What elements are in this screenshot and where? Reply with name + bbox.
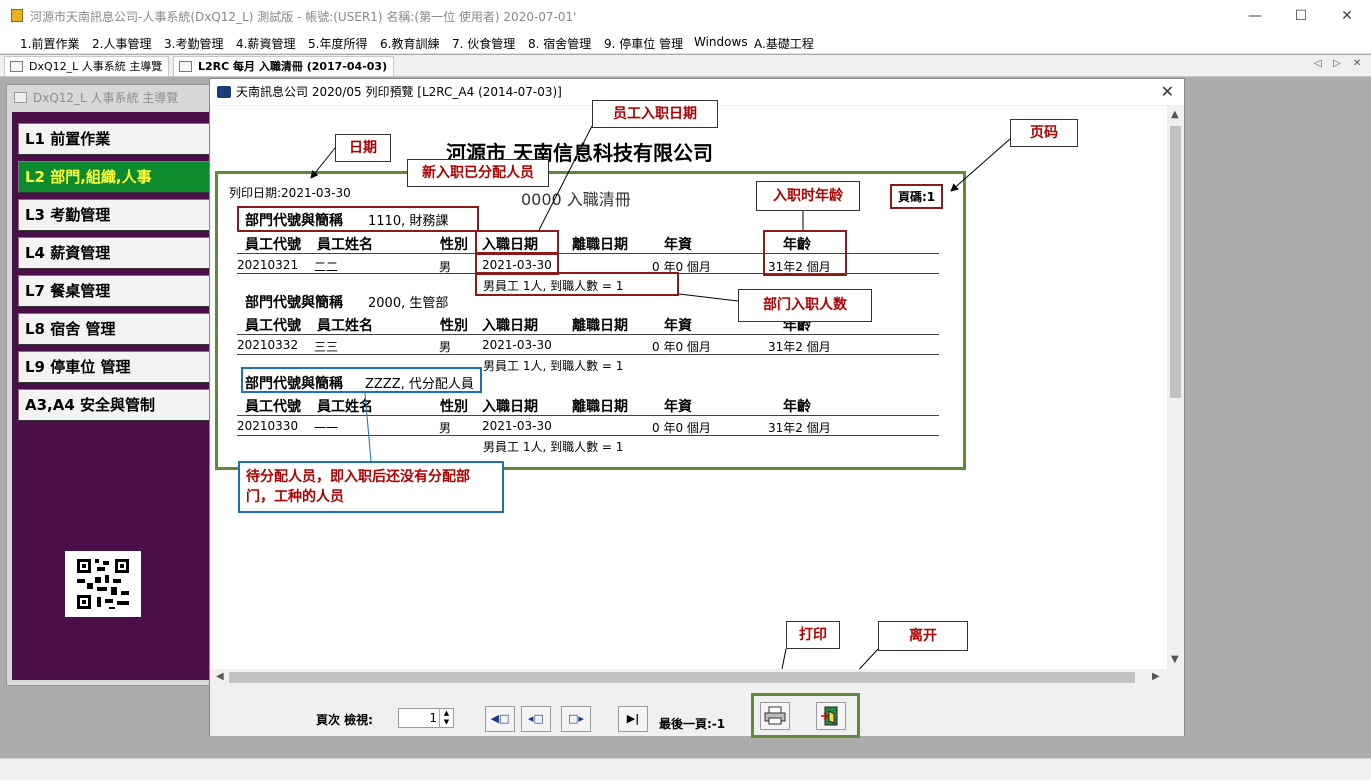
- close-button[interactable]: ✕: [1324, 0, 1370, 32]
- callout-exit: 离开: [878, 621, 968, 651]
- title-bar: 河源市天南訊息公司-人事系統(DxQ12_L) 測試版 - 帳號:(USER1)…: [0, 0, 1371, 32]
- form-icon: [10, 61, 23, 72]
- nav-window-title-text: DxQ12_L 人事系統 主導覽: [33, 91, 179, 105]
- maximize-button[interactable]: ☐: [1278, 0, 1324, 32]
- next-page-icon: □▸: [568, 712, 584, 725]
- callout-page-number: 页码: [1010, 119, 1078, 147]
- prev-page-icon: ◂□: [528, 712, 544, 725]
- nav-item-attendance[interactable]: L3 考勤管理: [18, 199, 216, 231]
- print-preview-dialog: 天南訊息公司 2020/05 列印預覽 [L2RC_A4 (2014-07-03…: [209, 78, 1185, 738]
- report-page: 河源市 天南信息科技有限公司 列印日期:2021-03-30 0000 入職清冊…: [211, 100, 1167, 686]
- horizontal-scroll-thumb[interactable]: [229, 672, 1135, 683]
- menu-item-annual-income[interactable]: 5.年度所得: [308, 35, 367, 52]
- menu-item-dormitory[interactable]: 8. 宿舍管理: [528, 35, 591, 52]
- callout-age-at-hire: 入职时年龄: [756, 181, 860, 211]
- last-page-icon: ▶|: [626, 712, 640, 725]
- page-number-stepper[interactable]: 1 ▲ ▼: [398, 708, 454, 728]
- nav-item-dept-org-hr[interactable]: L2 部門,組織,人事: [18, 161, 216, 193]
- tab-scroll-right-icon[interactable]: ▷: [1333, 58, 1341, 69]
- print-button[interactable]: [760, 702, 790, 730]
- menu-item-attendance[interactable]: 3.考勤管理: [164, 35, 223, 52]
- prev-page-button[interactable]: ◂□: [521, 706, 551, 732]
- menu-item-setup[interactable]: 1.前置作業: [20, 35, 79, 52]
- tab-label: L2RC 每月 入職清冊 (2017-04-03): [198, 60, 388, 73]
- callout-hire-date: 员工入职日期: [592, 100, 718, 128]
- nav-window-title: DxQ12_L 人事系統 主導覽: [7, 85, 215, 111]
- vertical-scroll-thumb[interactable]: [1170, 126, 1181, 398]
- menu-item-meals[interactable]: 7. 伙食管理: [452, 35, 515, 52]
- tab-scroll-left-icon[interactable]: ◁: [1314, 58, 1322, 69]
- callout-arrows: [310, 125, 1011, 686]
- scroll-left-icon[interactable]: ◀: [216, 671, 224, 682]
- exit-button[interactable]: [816, 702, 846, 730]
- last-page-label: 最後一頁:-1: [659, 717, 726, 731]
- callout-dept-hire-count: 部门入职人数: [738, 289, 872, 322]
- next-page-button[interactable]: □▸: [561, 706, 591, 732]
- menu-item-windows[interactable]: Windows: [694, 35, 748, 49]
- callout-print: 打印: [786, 621, 840, 649]
- scroll-down-icon[interactable]: ▼: [1171, 654, 1179, 665]
- nav-item-dormitory[interactable]: L8 宿舍 管理: [18, 313, 216, 345]
- form-icon: [179, 61, 192, 72]
- menu-bar: 1.前置作業 2.人事管理 3.考勤管理 4.薪資管理 5.年度所得 6.教育訓…: [0, 32, 1371, 54]
- app-icon: [11, 9, 23, 22]
- main-nav-window: DxQ12_L 人事系統 主導覽 L1 前置作業 L2 部門,組織,人事 L3 …: [6, 84, 216, 686]
- menu-item-hr[interactable]: 2.人事管理: [92, 35, 151, 52]
- stepper-arrows-icon[interactable]: ▲ ▼: [439, 709, 453, 727]
- nav-item-setup[interactable]: L1 前置作業: [18, 123, 216, 155]
- page-number-value: 1: [429, 711, 437, 725]
- menu-item-parking[interactable]: 9. 停車位 管理: [604, 35, 683, 52]
- first-page-button[interactable]: ◀□: [485, 706, 515, 732]
- nav-item-dining[interactable]: L7 餐桌管理: [18, 275, 216, 307]
- nav-item-parking[interactable]: L9 停車位 管理: [18, 351, 216, 383]
- preview-close-button[interactable]: ✕: [1161, 79, 1174, 105]
- window-title: 河源市天南訊息公司-人事系統(DxQ12_L) 測試版 - 帳號:(USER1)…: [30, 10, 577, 24]
- status-bar: [0, 758, 1371, 780]
- callout-date: 日期: [335, 134, 391, 162]
- preview-toolbar: 頁次 檢視: 1 ▲ ▼ ◀□ ◂□ □▸ ▶| 最後一頁:-1: [210, 686, 1184, 738]
- page-view-label: 頁次 檢視:: [316, 713, 373, 727]
- document-tabs: DxQ12_L 人事系統 主導覽 L2RC 每月 入職清冊 (2017-04-0…: [0, 55, 1371, 77]
- form-icon: [14, 92, 27, 103]
- last-page-button[interactable]: ▶|: [618, 706, 648, 732]
- nav-panel: L1 前置作業 L2 部門,組織,人事 L3 考勤管理 L4 薪資管理 L7 餐…: [12, 112, 216, 680]
- printer-icon: [764, 706, 786, 725]
- nav-item-security[interactable]: A3,A4 安全與管制: [18, 389, 216, 421]
- minimize-button[interactable]: —: [1232, 0, 1278, 32]
- first-page-icon: ◀□: [490, 712, 510, 725]
- tab-hire-list[interactable]: L2RC 每月 入職清冊 (2017-04-03): [173, 56, 395, 76]
- menu-item-base[interactable]: A.基礎工程: [754, 35, 814, 52]
- tab-label: DxQ12_L 人事系統 主導覽: [29, 60, 163, 73]
- tab-main-nav[interactable]: DxQ12_L 人事系統 主導覽: [4, 56, 170, 76]
- scroll-up-icon[interactable]: ▲: [1171, 109, 1179, 120]
- chart-icon: [217, 86, 231, 98]
- vertical-scrollbar[interactable]: ▲ ▼: [1167, 106, 1184, 686]
- menu-item-payroll[interactable]: 4.薪資管理: [236, 35, 295, 52]
- menu-item-training[interactable]: 6.教育訓練: [380, 35, 439, 52]
- preview-title: 天南訊息公司 2020/05 列印預覽 [L2RC_A4 (2014-07-03…: [236, 85, 562, 99]
- callout-assigned-staff: 新入职已分配人员: [407, 159, 549, 187]
- tab-close-icon[interactable]: ✕: [1353, 58, 1361, 69]
- horizontal-scrollbar[interactable]: ◀ ▶: [211, 669, 1167, 686]
- callout-unassigned-staff: 待分配人员，即入职后还没有分配部门，工种的人员: [238, 461, 504, 513]
- exit-door-icon: [821, 706, 838, 726]
- qr-code-icon: [65, 551, 141, 617]
- nav-item-payroll[interactable]: L4 薪資管理: [18, 237, 216, 269]
- scroll-right-icon[interactable]: ▶: [1152, 671, 1160, 682]
